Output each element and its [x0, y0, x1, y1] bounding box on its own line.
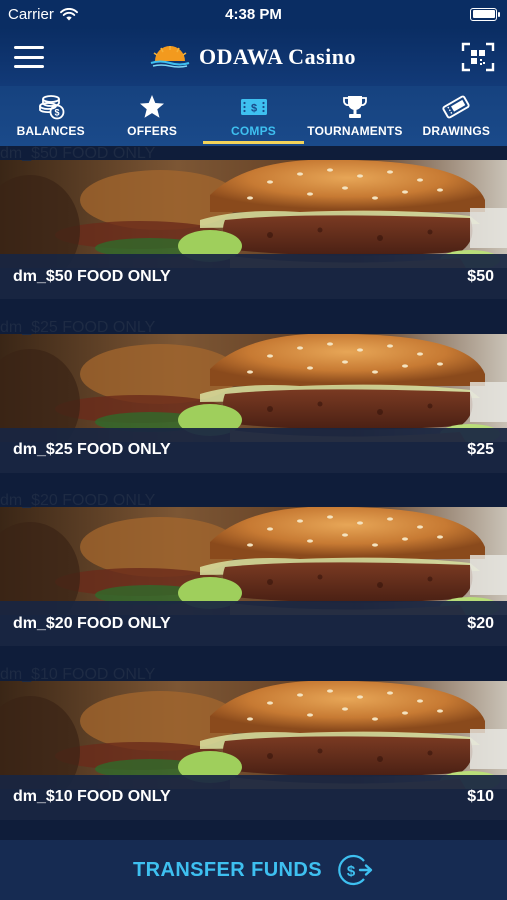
ticket-dollar-icon: $	[240, 99, 267, 115]
comp-card[interactable]: dm_$25 FOOD ONLY dm_$25 FOOD ONLY $25	[0, 318, 507, 493]
comp-amount: $10	[467, 788, 494, 805]
tab-comps[interactable]: $ COMPS	[202, 86, 305, 146]
comp-image-alt-text: dm_$10 FOOD ONLY	[0, 665, 156, 683]
svg-text:$: $	[347, 863, 356, 880]
wifi-icon	[59, 7, 78, 20]
tab-label: DRAWINGS	[422, 124, 491, 138]
comp-image	[0, 160, 507, 268]
transfer-funds-button[interactable]: TRANSFER FUNDS $	[0, 840, 507, 900]
tab-balances[interactable]: $ BALANCES	[0, 86, 101, 146]
comp-amount: $25	[467, 441, 494, 458]
comp-info-bar: dm_$25 FOOD ONLY $25	[0, 427, 507, 473]
status-left: Carrier	[8, 6, 78, 23]
comp-image-alt-text: dm_$20 FOOD ONLY	[0, 492, 156, 509]
comp-title: dm_$50 FOOD ONLY	[13, 267, 171, 285]
comp-image	[0, 333, 507, 442]
tab-drawings[interactable]: DRAWINGS	[406, 86, 507, 146]
svg-text:$: $	[54, 108, 59, 118]
transfer-dollar-icon: $	[338, 854, 373, 886]
comp-title: dm_$10 FOOD ONLY	[13, 788, 171, 805]
comp-info-bar: dm_$20 FOOD ONLY $20	[0, 601, 507, 646]
comp-card[interactable]: dm_$20 FOOD ONLY dm_$20 FOOD ONLY $20	[0, 493, 507, 666]
comp-amount: $50	[467, 267, 494, 285]
comp-image-alt-text: dm_$25 FOOD ONLY	[0, 318, 156, 336]
burger-photo	[0, 160, 507, 268]
comp-image	[0, 507, 507, 615]
tab-label: TOURNAMENTS	[307, 124, 403, 138]
logo-text: ODAWA Casino	[199, 44, 356, 69]
comp-info-bar: dm_$10 FOOD ONLY $10	[0, 774, 507, 820]
transfer-funds-label: TRANSFER FUNDS	[133, 858, 322, 881]
comp-title: dm_$20 FOOD ONLY	[13, 614, 171, 632]
app-header: ODAWA Casino	[0, 28, 507, 86]
menu-button[interactable]	[14, 46, 44, 68]
comp-info-bar: dm_$50 FOOD ONLY $50	[0, 254, 507, 299]
comp-title: dm_$25 FOOD ONLY	[13, 441, 171, 458]
logo: ODAWA Casino	[149, 44, 356, 70]
burger-photo	[0, 680, 507, 789]
tab-label: COMPS	[231, 124, 277, 138]
comp-image-alt-text: dm_$50 FOOD ONLY	[0, 146, 156, 162]
comp-card[interactable]: dm_$50 FOOD ONLY dm_$50 FOOD ONLY $50	[0, 146, 507, 319]
qr-scan-icon[interactable]	[461, 42, 495, 72]
star-icon	[140, 95, 165, 118]
raffle-ticket-icon	[442, 95, 470, 119]
coins-icon: $	[38, 95, 65, 120]
svg-text:$: $	[250, 103, 256, 115]
burger-photo	[0, 507, 507, 615]
tab-offers[interactable]: OFFERS	[101, 86, 202, 146]
tab-label: BALANCES	[16, 124, 85, 138]
comps-list: dm_$50 FOOD ONLY dm_$50 FOOD ONLY $50 dm…	[0, 146, 507, 840]
tab-bar: $ BALANCES OFFERS $ COMPS TOURNAMENTS DR…	[0, 86, 507, 146]
comp-amount: $20	[467, 614, 494, 632]
tab-label: OFFERS	[127, 124, 178, 138]
trophy-icon	[343, 96, 367, 118]
tab-tournaments[interactable]: TOURNAMENTS	[304, 86, 405, 146]
burger-photo	[0, 333, 507, 442]
sunrise-logo-icon	[150, 46, 190, 68]
carrier-label: Carrier	[8, 5, 54, 23]
battery-icon	[470, 7, 500, 21]
status-bar: Carrier 4:38 PM	[0, 0, 507, 28]
comp-image	[0, 680, 507, 789]
comp-card[interactable]: dm_$10 FOOD ONLY dm_$10 FOOD ONLY $10	[0, 665, 507, 840]
